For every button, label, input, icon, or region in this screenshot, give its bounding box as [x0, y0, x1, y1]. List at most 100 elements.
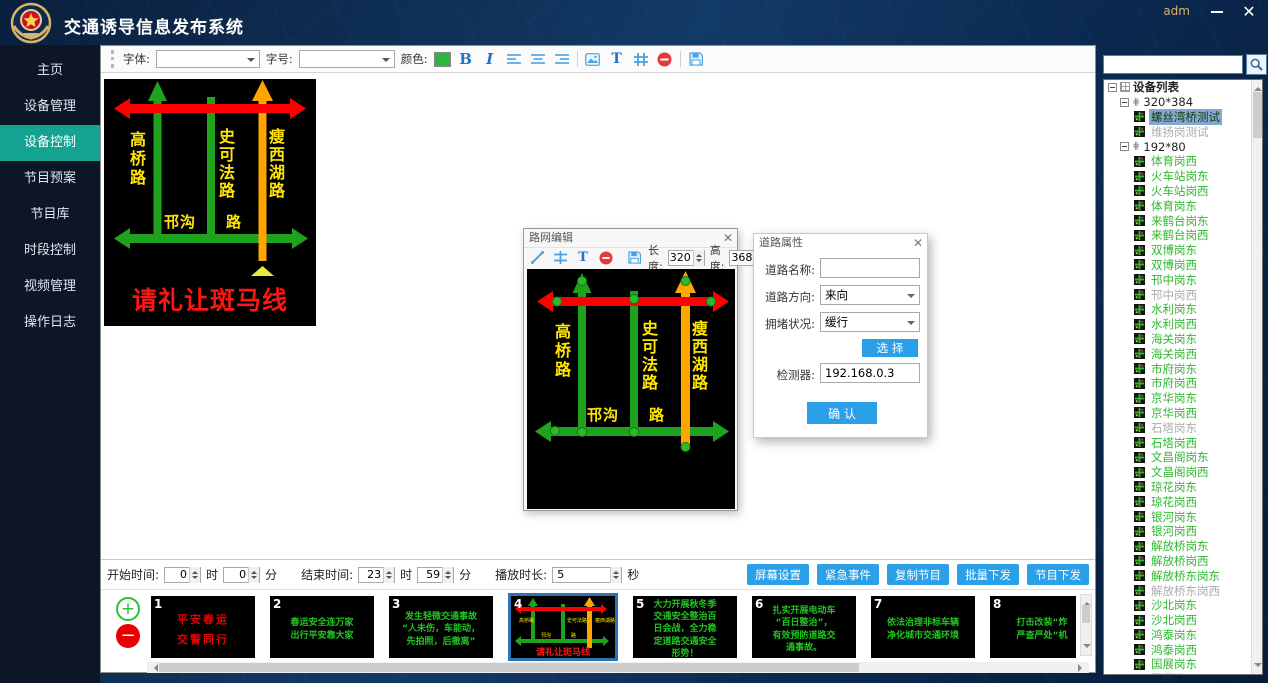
device-item[interactable]: 国展岗东	[1104, 657, 1262, 672]
end-min-input[interactable]	[418, 568, 442, 582]
insert-text-button[interactable]: T	[608, 50, 626, 68]
spin-up-icon[interactable]	[249, 567, 259, 575]
playlist-item-5[interactable]: 大力开展秋冬季交通安全整治百日会战，全力稳定道路交通安全形势！5	[633, 596, 737, 658]
device-item[interactable]: 双博岗西	[1104, 258, 1262, 273]
property-select[interactable]: 来向	[820, 285, 920, 305]
device-item[interactable]: 水利岗西	[1104, 317, 1262, 332]
spin-up-icon[interactable]	[384, 567, 394, 575]
end-hour-input[interactable]	[359, 568, 383, 582]
device-item[interactable]: 沙北岗东	[1104, 598, 1262, 613]
spin-down-icon[interactable]	[611, 575, 621, 583]
device-item[interactable]: 双博岗东	[1104, 243, 1262, 258]
device-search-input[interactable]	[1103, 55, 1243, 74]
device-item[interactable]: 来鹤台岗西	[1104, 228, 1262, 243]
device-item[interactable]: 来鹤台岗东	[1104, 213, 1262, 228]
collapse-icon[interactable]	[1120, 98, 1129, 107]
color-swatch[interactable]	[434, 52, 451, 67]
playlist-item-4[interactable]: 高桥路 史可法路 瘦西湖路 邗沟 路 请礼让斑马线 4	[508, 593, 618, 661]
device-item[interactable]: 文昌阁岗西	[1104, 465, 1262, 480]
device-item[interactable]: 石塔岗东	[1104, 420, 1262, 435]
device-item[interactable]: 京华岗西	[1104, 406, 1262, 421]
playlist-item-2[interactable]: 春运安全连万家出行平安靠大家2	[270, 596, 374, 658]
action-button-3[interactable]: 复制节目	[887, 564, 949, 585]
italic-button[interactable]: I	[481, 50, 499, 68]
end-min-spinner[interactable]	[417, 567, 454, 583]
save-button[interactable]	[625, 249, 643, 267]
collapse-icon[interactable]	[1108, 83, 1117, 92]
device-tree-root[interactable]: 设备列表	[1104, 80, 1262, 95]
close-button[interactable]: ✕	[1238, 2, 1260, 22]
playlist-item-8[interactable]: 打击改装“炸严查严处“机8	[990, 596, 1076, 658]
align-center-button[interactable]	[529, 50, 547, 68]
spin-down-icon[interactable]	[384, 575, 394, 583]
device-item[interactable]: 火车站岗东	[1104, 169, 1262, 184]
road-cross-button[interactable]	[551, 249, 569, 267]
playlist-item-6[interactable]: 扎实开展电动车“百日整治”，有效预防道路交通事故。6	[752, 596, 856, 658]
sign-preview[interactable]: 高桥路 史可法路 瘦西湖路 邗沟 路 请礼让斑马线	[104, 79, 316, 326]
sidebar-item-6[interactable]: 时段控制	[0, 233, 100, 269]
device-item[interactable]: 海关岗西	[1104, 346, 1262, 361]
spin-down-icon[interactable]	[694, 258, 704, 266]
property-input[interactable]	[820, 363, 920, 383]
playlist-horizontal-scrollbar[interactable]	[147, 662, 1089, 673]
sidebar-item-7[interactable]: 视频管理	[0, 269, 100, 305]
font-size-select[interactable]	[299, 50, 395, 68]
device-item[interactable]: 解放桥东岗西	[1104, 583, 1262, 598]
playlist-item-7[interactable]: 依法治理非标车辆净化城市交通环境7	[871, 596, 975, 658]
sidebar-item-3[interactable]: 设备控制	[0, 125, 100, 161]
spin-down-icon[interactable]	[249, 575, 259, 583]
spin-up-icon[interactable]	[611, 567, 621, 575]
road-network-canvas[interactable]: 高桥路 史可法路 瘦西湖路 邗沟 路	[527, 269, 735, 509]
device-item[interactable]: 文昌阁岗东	[1104, 450, 1262, 465]
start-min-input[interactable]	[224, 568, 248, 582]
start-hour-spinner[interactable]	[164, 567, 201, 583]
action-button-2[interactable]: 紧急事件	[817, 564, 879, 585]
device-item[interactable]: 解放桥岗东	[1104, 539, 1262, 554]
device-item[interactable]: 水利岗东	[1104, 302, 1262, 317]
device-group-192*80[interactable]: ⋕192*80	[1104, 139, 1262, 154]
sidebar-item-1[interactable]: 主页	[0, 53, 100, 89]
spin-up-icon[interactable]	[443, 567, 453, 575]
device-item[interactable]: 鸿泰岗东	[1104, 627, 1262, 642]
playlist-item-3[interactable]: 发生轻微交通事故“人未伤，车能动，先拍照，后撤离”3	[389, 596, 493, 658]
playlist-item-1[interactable]: 平安春运交警同行1	[151, 596, 255, 658]
sidebar-item-4[interactable]: 节目预案	[0, 161, 100, 197]
scroll-left-icon[interactable]	[150, 664, 158, 672]
device-item[interactable]: 螺丝湾桥测试	[1104, 110, 1262, 125]
search-button[interactable]	[1246, 54, 1267, 75]
start-min-spinner[interactable]	[223, 567, 260, 583]
device-item[interactable]: 市府岗东	[1104, 361, 1262, 376]
device-item[interactable]: 解放桥东岗东	[1104, 568, 1262, 583]
device-item[interactable]: 京华岗东	[1104, 391, 1262, 406]
editor-dialog-titlebar[interactable]: 路网编辑 ✕	[524, 229, 737, 247]
device-item[interactable]: 石塔岗西	[1104, 435, 1262, 450]
length-spinner[interactable]	[668, 250, 705, 266]
device-item[interactable]: 琼花岗东	[1104, 480, 1262, 495]
remove-program-button[interactable]: −	[116, 624, 140, 648]
bold-button[interactable]: B	[457, 50, 475, 68]
device-item[interactable]: 体育岗西	[1104, 154, 1262, 169]
delete-button[interactable]	[656, 50, 674, 68]
device-item[interactable]: 鸿泰岗西	[1104, 642, 1262, 657]
edit-canvas[interactable]: 高桥路 史可法路 瘦西湖路 邗沟 路 请礼让斑马线 路网编辑 ✕	[101, 73, 1095, 559]
device-item[interactable]: 维扬岗测试	[1104, 124, 1262, 139]
font-family-select[interactable]	[156, 50, 260, 68]
device-item[interactable]: 市府岗西	[1104, 376, 1262, 391]
device-item[interactable]: 琼花岗西	[1104, 494, 1262, 509]
playlist-vertical-scrollbar[interactable]	[1080, 594, 1092, 656]
delete-button[interactable]	[597, 249, 615, 267]
draw-line-button[interactable]	[528, 249, 546, 267]
sidebar-item-8[interactable]: 操作日志	[0, 305, 100, 341]
scroll-down-icon[interactable]	[1254, 663, 1262, 671]
device-item[interactable]: 银河岗西	[1104, 524, 1262, 539]
device-item[interactable]: 沙北岗西	[1104, 613, 1262, 628]
height-input[interactable]	[730, 251, 754, 265]
device-item[interactable]: 邗中岗西	[1104, 287, 1262, 302]
device-group-320*384[interactable]: ⋕320*384	[1104, 95, 1262, 110]
end-hour-spinner[interactable]	[358, 567, 395, 583]
duration-spinner[interactable]	[552, 567, 622, 583]
spin-up-icon[interactable]	[694, 250, 704, 258]
device-item[interactable]: 解放桥岗西	[1104, 554, 1262, 569]
confirm-button[interactable]: 确 认	[807, 402, 877, 424]
spin-down-icon[interactable]	[443, 575, 453, 583]
